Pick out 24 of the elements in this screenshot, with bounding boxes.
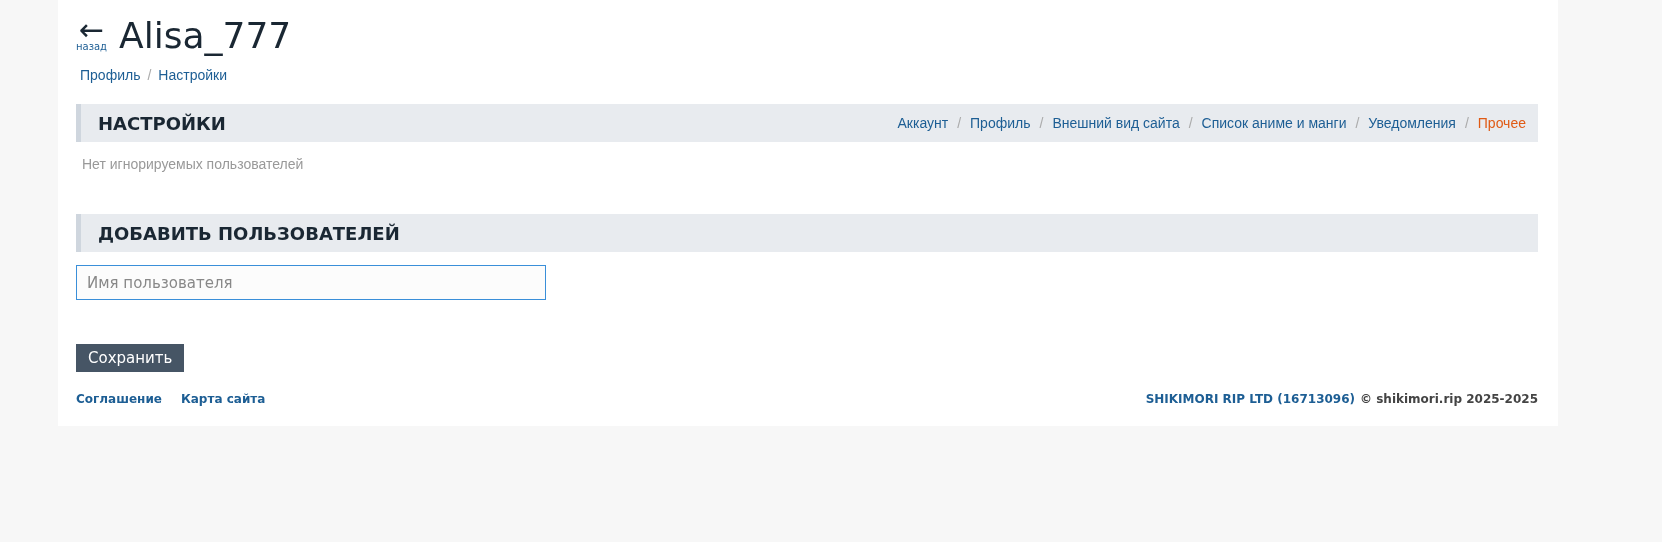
settings-tab[interactable]: Профиль: [970, 115, 1031, 131]
footer-link[interactable]: Соглашение: [76, 392, 162, 406]
section-title: НАСТРОЙКИ: [98, 112, 226, 134]
footer-link[interactable]: Карта сайта: [180, 392, 266, 406]
company-link[interactable]: SHIKIMORI RIP LTD (16713096): [1145, 392, 1355, 406]
empty-message: Нет игнорируемых пользователей: [82, 156, 305, 172]
settings-tab[interactable]: Аккаунт: [897, 115, 949, 131]
tab-separator: /: [1039, 115, 1044, 131]
settings-tab[interactable]: Уведомления: [1368, 115, 1456, 131]
breadcrumb-link[interactable]: Настройки: [158, 67, 227, 83]
tab-separator: /: [1188, 115, 1193, 131]
back-link[interactable]: ← назад: [76, 19, 108, 53]
breadcrumb-separator: /: [147, 67, 152, 83]
settings-tab[interactable]: Список аниме и манги: [1201, 115, 1347, 131]
page-title: Alisa_777: [119, 14, 292, 58]
save-button[interactable]: Сохранить: [76, 344, 185, 372]
tab-separator: /: [1355, 115, 1360, 131]
tab-separator: /: [957, 115, 962, 131]
copyright-text: © shikimori.rip 2025-2025: [1360, 392, 1538, 406]
breadcrumb-link[interactable]: Профиль: [80, 67, 141, 83]
username-input[interactable]: Имя пользователя: [76, 265, 546, 300]
section-title: ДОБАВИТЬ ПОЛЬЗОВАТЕЛЕЙ: [98, 222, 400, 244]
tab-separator: /: [1464, 115, 1469, 131]
settings-tab[interactable]: Внешний вид сайта: [1052, 115, 1180, 131]
